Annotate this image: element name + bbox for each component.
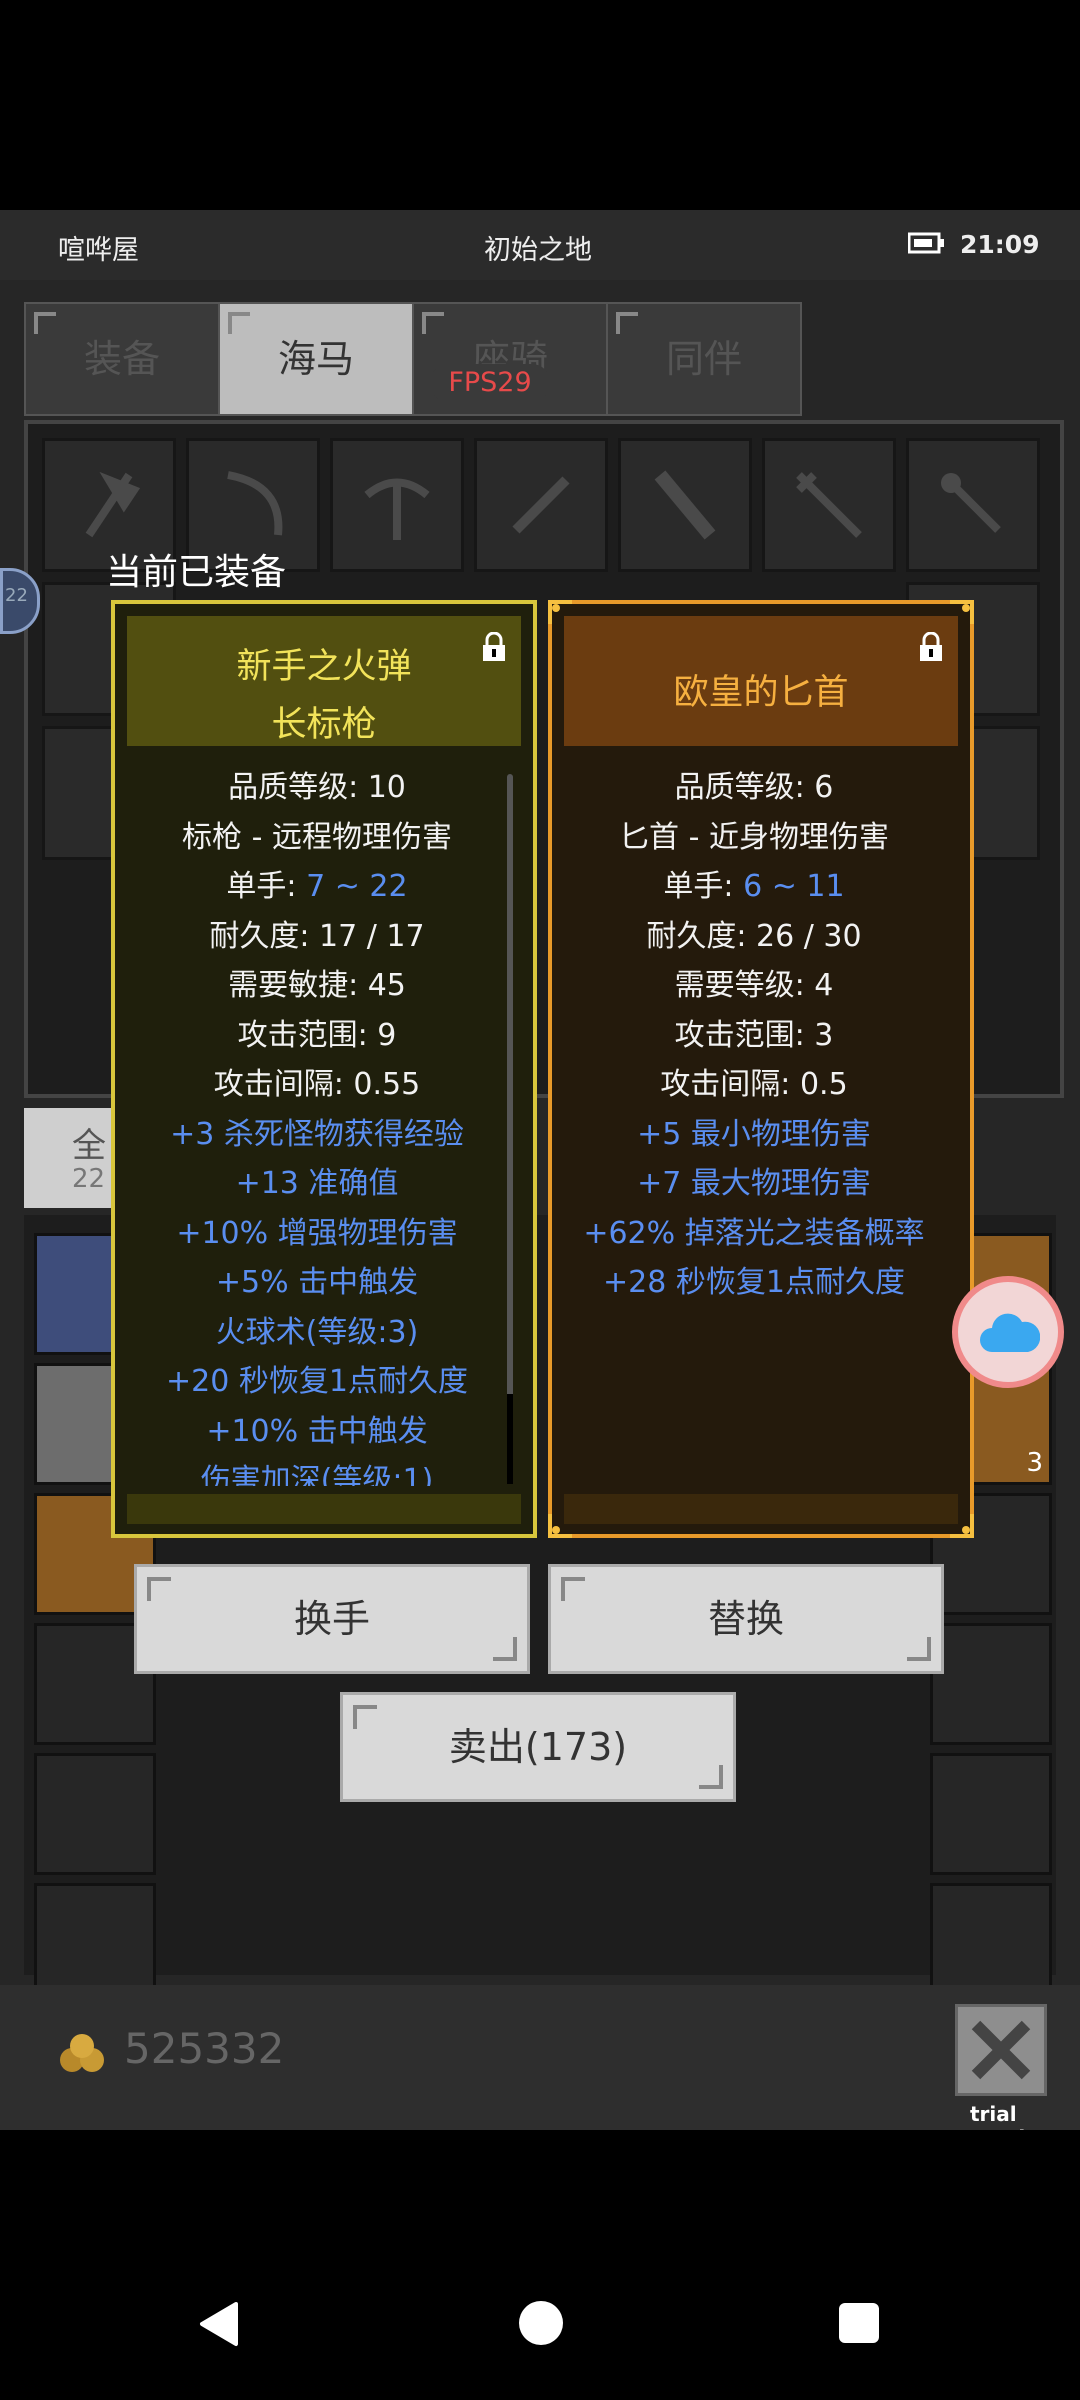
item-stat-line: 需要等级: 4 [674, 968, 834, 1003]
equip-slot-pickaxe[interactable] [330, 438, 464, 572]
item-stat-line: 攻击间隔: 0.55 [213, 1067, 421, 1102]
axe-icon [85, 471, 141, 538]
item-card-footer [564, 1494, 958, 1524]
battery-icon [908, 232, 944, 254]
item-card-header: 新手之火弹 长标枪 [127, 616, 521, 746]
fps-counter: FPS29 [430, 364, 550, 402]
status-bar: 喧哗屋 初始之地 21:09 [0, 210, 1080, 280]
item-stat-line: 品质等级: 10 [228, 770, 406, 805]
inventory-slot[interactable] [930, 1623, 1052, 1745]
pickaxe-icon [364, 478, 430, 540]
item-stat-line: 匕首 - 近身物理伤害 [619, 819, 889, 855]
recents-nav-icon[interactable] [838, 2302, 880, 2344]
item-stat-line: 攻击间隔: 0.5 [660, 1067, 848, 1102]
equip-slot-staff[interactable] [906, 438, 1040, 572]
filter-tab-all[interactable]: 全 22 [24, 1108, 124, 1208]
bow-icon [227, 471, 283, 536]
item-stat-line: 耐久度: 17 / 17 [209, 918, 425, 954]
corner-ornament-icon [950, 600, 974, 624]
stat-value: 6 ~ 11 [743, 869, 845, 904]
item-card-equipped: 新手之火弹 长标枪 品质等级: 10 标枪 - 远程物理伤害单手: 7 ~ 22 耐… [111, 600, 537, 1538]
equipped-label: 当前已装备 [106, 552, 287, 593]
close-button[interactable] [955, 2004, 1047, 2096]
stat-label: 单手: [663, 869, 744, 904]
item-stat-line: +3 杀死怪物获得经验 [170, 1116, 464, 1152]
item-stat-line: +7 最大物理伤害 [637, 1166, 871, 1201]
item-name: 欧皇的匕首 [673, 673, 849, 713]
item-stat-line: +13 准确值 [235, 1166, 399, 1201]
staff-icon [941, 473, 1001, 533]
item-stat-line: 攻击范围: 9 [237, 1017, 397, 1053]
item-stat-line: 单手: 7 ~ 22 [115, 861, 519, 911]
gold-amount: 525332 [124, 2024, 285, 2073]
corner-ornament-icon [548, 1514, 572, 1538]
stat-value: 7 ~ 22 [306, 869, 408, 904]
inventory-slot[interactable] [34, 1753, 156, 1875]
clock: 21:09 [960, 230, 1040, 259]
item-stat-line: +62% 掉落光之装备概率 [583, 1215, 925, 1251]
sell-button[interactable]: 卖出(173) [340, 1692, 736, 1802]
item-stats-list[interactable]: 品质等级: 10 标枪 - 远程物理伤害单手: 7 ~ 22 耐久度: 17 / 1… [115, 762, 519, 1486]
location-center-label: 初始之地 [484, 235, 592, 266]
equip-slot-sword[interactable] [474, 438, 608, 572]
item-stat-line: 标枪 - 远程物理伤害 [182, 819, 452, 855]
corner-ornament-icon [548, 600, 572, 624]
corner-ornament-icon [950, 1514, 974, 1538]
item-stat-line: 品质等级: 6 [674, 770, 834, 805]
swap-hand-button[interactable]: 换手 [134, 1564, 530, 1674]
item-stat-line: +20 秒恢复1点耐久度 [166, 1364, 468, 1399]
location-left-label: 喧哗屋 [58, 235, 139, 266]
item-name-line2: 长标枪 [271, 705, 377, 745]
item-stat-line: 火球术(等级:3) [215, 1314, 419, 1350]
tab-equipment[interactable]: 装备 [24, 302, 220, 416]
item-stat-line: +28 秒恢复1点耐久度 [603, 1265, 905, 1300]
sword-icon [512, 476, 570, 534]
replace-button[interactable]: 替换 [548, 1564, 944, 1674]
home-nav-icon[interactable] [518, 2300, 564, 2346]
back-nav-icon[interactable] [196, 2300, 240, 2348]
item-card-footer [127, 1494, 521, 1524]
gold-coins-icon [60, 2034, 104, 2072]
cloud-icon [980, 1313, 1040, 1352]
trident-icon [796, 472, 862, 538]
scrollbar[interactable] [507, 774, 513, 1484]
item-stats-list: 品质等级: 6 匕首 - 近身物理伤害单手: 6 ~ 11 耐久度: 26 / 30… [552, 762, 956, 1486]
equip-slot-club[interactable] [618, 438, 752, 572]
item-stat-line: +5 最小物理伤害 [637, 1116, 871, 1152]
tab-companion[interactable]: 同伴 [606, 302, 802, 416]
item-stat-line: 单手: 6 ~ 11 [552, 861, 956, 911]
item-stat-line: 耐久度: 26 / 30 [646, 918, 862, 954]
item-stat-line: 需要敏捷: 45 [228, 968, 406, 1003]
item-stat-line: 伤害加深(等级:1) [200, 1463, 434, 1486]
inventory-slot[interactable] [930, 1753, 1052, 1875]
item-card-new: 欧皇的匕首 品质等级: 6 匕首 - 近身物理伤害单手: 6 ~ 11 耐久度: 2… [548, 600, 974, 1538]
stat-label: 单手: [226, 869, 307, 904]
item-stat-line: +10% 击中触发 [206, 1413, 428, 1449]
item-stat-line: +5% 击中触发 [215, 1265, 419, 1300]
club-icon [654, 470, 716, 540]
navigation-bar [0, 2130, 1080, 2400]
item-card-header: 欧皇的匕首 [564, 616, 958, 746]
equip-slot-trident[interactable] [762, 438, 896, 572]
item-stat-line: +10% 增强物理伤害 [176, 1215, 458, 1251]
cloud-sync-button[interactable] [952, 1276, 1064, 1388]
close-icon [971, 2020, 1031, 2080]
lock-icon[interactable] [918, 632, 944, 662]
item-name-line1: 新手之火弹 [236, 647, 412, 687]
item-stat-line: 攻击范围: 3 [674, 1017, 834, 1053]
lock-icon[interactable] [481, 632, 507, 662]
tab-seahorse[interactable]: 海马 [218, 302, 414, 416]
